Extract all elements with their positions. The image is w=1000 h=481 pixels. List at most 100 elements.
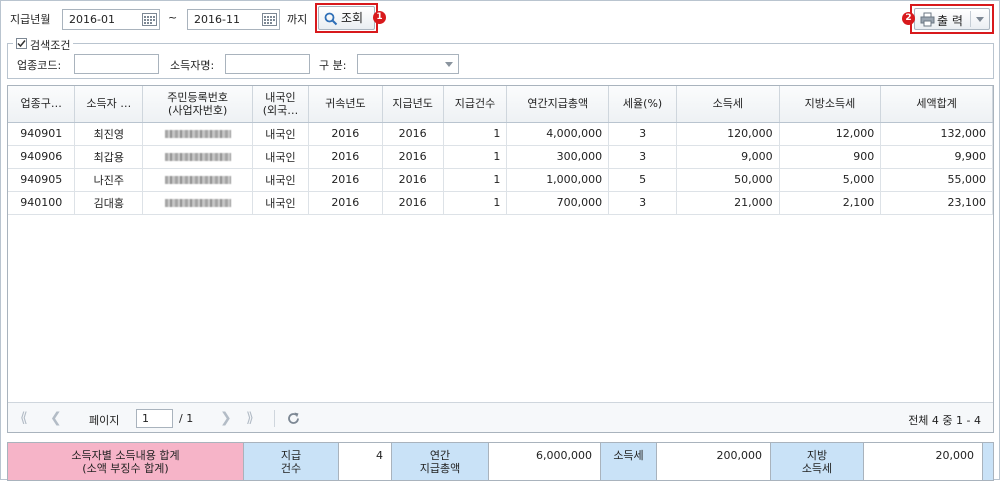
- summary-title: 소득자별 소득내용 합계 (소액 부징수 합계): [8, 443, 244, 480]
- col-resident-number-cell: [142, 168, 254, 192]
- summary-bar: 소득자별 소득내용 합계 (소액 부징수 합계) 지급 건수 4 연간 지급총액 6,…: [7, 442, 994, 481]
- col-income-tax-cell: 9,000: [676, 145, 780, 169]
- business-code-label: 업종코드:: [17, 59, 62, 72]
- col-nationality-cell: 내국인: [252, 191, 309, 215]
- table-row[interactable]: 940901 최진영 내국인 2016 2016 1 4,000,000 3 120,000 12…: [8, 122, 993, 146]
- col-payment-year-cell: 2016: [382, 191, 444, 215]
- table-header-row: 업종구… 소득자 … 주민등록번호 (사업자번호) 내국인 (외국… 귀속년도 지급년도 지급건…: [8, 86, 993, 123]
- last-page-icon[interactable]: ⟫: [246, 411, 254, 425]
- date-from-value: 2016-01: [69, 13, 115, 26]
- col-income-tax-cell: 120,000: [676, 122, 780, 146]
- count-value: 4: [339, 443, 392, 480]
- col-annual-amount-header[interactable]: 연간지급총액: [506, 86, 610, 123]
- total-pages: / 1: [179, 412, 194, 425]
- type-select[interactable]: [357, 54, 459, 74]
- col-resident-number-header[interactable]: 주민등록번호 (사업자번호): [142, 86, 254, 123]
- count-label: 지급 건수: [244, 443, 339, 480]
- col-tax-rate-cell: 3: [608, 122, 677, 146]
- col-attribution-year-cell: 2016: [308, 122, 383, 146]
- tax-payment-panel: 지급년월 2016-01 ~ 2016-11 까지 조회 1 출 력 2 검색조…: [0, 0, 1000, 481]
- col-business-code-cell: 940100: [8, 191, 76, 215]
- local-tax-value: 20,000: [864, 443, 982, 480]
- col-local-tax-header[interactable]: 지방소득세: [779, 86, 882, 123]
- col-local-tax-cell: 900: [779, 145, 882, 169]
- col-income-tax-header[interactable]: 소득세: [676, 86, 780, 123]
- prev-page-icon[interactable]: ❮: [50, 411, 62, 425]
- col-nationality-header[interactable]: 내국인 (외국…: [252, 86, 309, 123]
- col-income-tax-cell: 21,000: [676, 191, 780, 215]
- first-page-icon[interactable]: ⟪: [20, 411, 28, 425]
- col-earner-name-cell: 최진영: [74, 122, 144, 146]
- earner-name-input[interactable]: [225, 54, 310, 74]
- col-payment-count-cell: 1: [443, 145, 508, 169]
- pagination-bar: ⟪ ❮ 페이지 1 / 1 ❯ ⟫ 전체 4 중 1 - 4: [8, 402, 993, 432]
- legend-label: 검색조건: [30, 39, 71, 52]
- col-tax-total-cell: 23,100: [880, 191, 993, 215]
- calendar-icon[interactable]: [141, 12, 158, 27]
- col-resident-number-cell: [142, 122, 254, 146]
- col-payment-year-header[interactable]: 지급년도: [382, 86, 444, 123]
- col-annual-amount-cell: 300,000: [506, 145, 610, 169]
- date-range-label: 지급년월: [10, 13, 51, 26]
- col-attribution-year-cell: 2016: [308, 145, 383, 169]
- col-attribution-year-cell: 2016: [308, 191, 383, 215]
- checkbox-checked-icon[interactable]: [16, 38, 27, 49]
- date-from-field[interactable]: 2016-01: [62, 9, 160, 30]
- col-tax-rate-cell: 3: [608, 191, 677, 215]
- col-earner-name-cell: 김대홍: [74, 191, 144, 215]
- col-earner-name-header[interactable]: 소득자 …: [74, 86, 144, 123]
- table-row[interactable]: 940100 김대홍 내국인 2016 2016 1 700,000 3 21,000 2,100…: [8, 191, 993, 215]
- col-attribution-year-cell: 2016: [308, 168, 383, 192]
- date-to-value: 2016-11: [194, 13, 240, 26]
- col-payment-count-header[interactable]: 지급건수: [443, 86, 508, 123]
- business-code-input[interactable]: [74, 54, 159, 74]
- annual-amount-value: 6,000,000: [489, 443, 601, 480]
- col-resident-number-cell: [142, 145, 254, 169]
- col-payment-count-cell: 1: [443, 122, 508, 146]
- earner-grid: 업종구… 소득자 … 주민등록번호 (사업자번호) 내국인 (외국… 귀속년도 지급년도 지급건…: [7, 85, 994, 433]
- col-business-code-header[interactable]: 업종구…: [8, 86, 76, 123]
- col-payment-year-cell: 2016: [382, 168, 444, 192]
- col-annual-amount-cell: 700,000: [506, 191, 610, 215]
- type-label: 구 분:: [319, 59, 347, 72]
- col-nationality-cell: 내국인: [252, 145, 309, 169]
- step-badge-2: 2: [902, 12, 915, 25]
- col-payment-count-cell: 1: [443, 168, 508, 192]
- redacted-id-number: [164, 130, 231, 138]
- refresh-icon[interactable]: [286, 411, 301, 426]
- table-row[interactable]: 940906 최갑용 내국인 2016 2016 1 300,000 3 9,000 900 9,9…: [8, 145, 993, 169]
- col-payment-count-cell: 1: [443, 191, 508, 215]
- col-nationality-cell: 내국인: [252, 168, 309, 192]
- col-business-code-cell: 940901: [8, 122, 76, 146]
- annual-amount-label: 연간 지급총액: [392, 443, 489, 480]
- highlight-box-search: [315, 3, 378, 33]
- tilde-separator: ~: [168, 11, 178, 24]
- step-badge-1: 1: [373, 11, 386, 24]
- col-tax-total-cell: 55,000: [880, 168, 993, 192]
- col-resident-number-cell: [142, 191, 254, 215]
- until-label: 까지: [287, 13, 308, 26]
- chevron-down-icon: [445, 62, 453, 67]
- redacted-id-number: [164, 176, 231, 184]
- date-to-field[interactable]: 2016-11: [187, 9, 280, 30]
- income-tax-label: 소득세: [601, 443, 657, 480]
- table-row[interactable]: 940905 나진주 내국인 2016 2016 1 1,000,000 5 50,000 5,0…: [8, 168, 993, 192]
- highlight-box-print: [910, 4, 994, 34]
- record-count: 전체 4 중 1 - 4: [908, 414, 981, 427]
- col-attribution-year-header[interactable]: 귀속년도: [308, 86, 383, 123]
- col-tax-total-header[interactable]: 세액합계: [880, 86, 993, 123]
- next-page-icon[interactable]: ❯: [220, 411, 232, 425]
- earner-table: 업종구… 소득자 … 주민등록번호 (사업자번호) 내국인 (외국… 귀속년도 지급년도 지급건…: [8, 86, 993, 215]
- col-tax-total-cell: 132,000: [880, 122, 993, 146]
- page-number-input[interactable]: 1: [136, 409, 173, 428]
- redacted-id-number: [164, 199, 231, 207]
- col-nationality-cell: 내국인: [252, 122, 309, 146]
- col-local-tax-cell: 2,100: [779, 191, 882, 215]
- calendar-icon[interactable]: [261, 12, 278, 27]
- col-earner-name-cell: 나진주: [74, 168, 144, 192]
- page-label: 페이지: [89, 414, 120, 427]
- col-payment-year-cell: 2016: [382, 122, 444, 146]
- earner-name-label: 소득자명:: [170, 59, 215, 72]
- col-tax-rate-header[interactable]: 세율(%): [608, 86, 677, 123]
- col-business-code-cell: 940906: [8, 145, 76, 169]
